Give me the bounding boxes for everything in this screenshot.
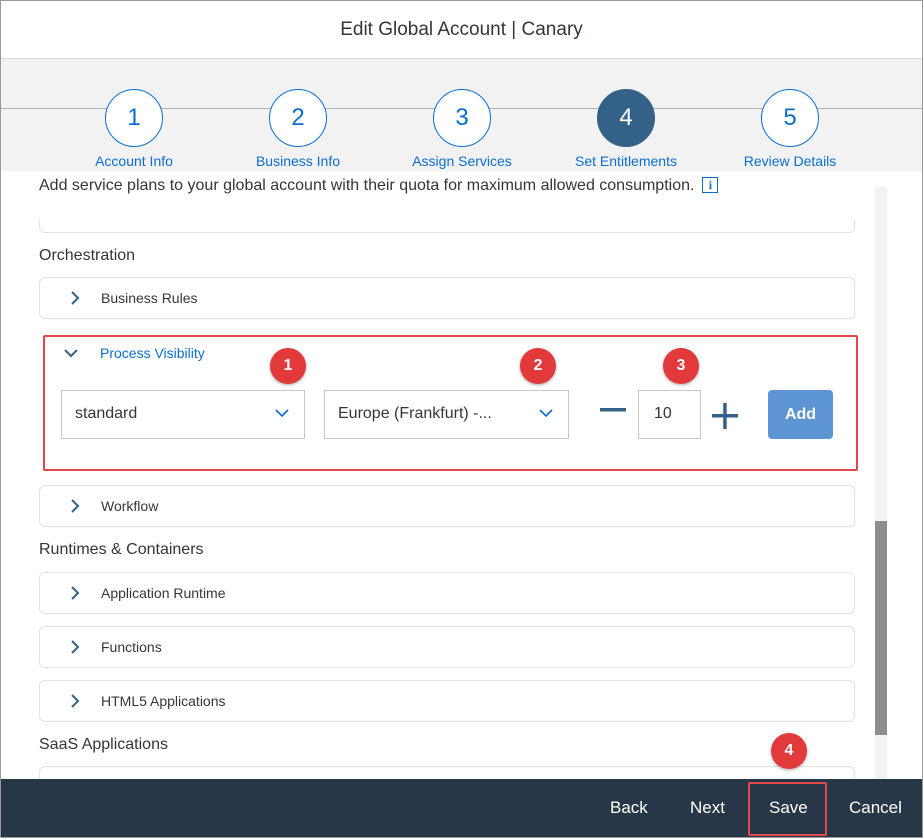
intro-description: Add service plans to your global account… — [39, 177, 695, 194]
panel-title: HTML5 Applications — [101, 693, 226, 709]
step-label: Assign Services — [412, 153, 512, 169]
panel-business-rules[interactable]: Business Rules — [39, 277, 855, 319]
step-number: 4 — [597, 89, 655, 147]
chevron-down-icon — [274, 404, 289, 418]
step-number: 1 — [105, 89, 163, 147]
chevron-right-icon — [66, 638, 84, 656]
step-number: 2 — [269, 89, 327, 147]
panel-title: Functions — [101, 639, 162, 655]
entitlements-content: Orchestration Business Rules Workflow Ru… — [1, 217, 875, 779]
panel-functions[interactable]: Functions — [39, 626, 855, 668]
callout-badge-3: 3 — [663, 348, 699, 384]
step-label: Review Details — [743, 153, 837, 169]
chevron-down-icon — [538, 404, 553, 418]
step-number: 3 — [433, 89, 491, 147]
dialog-header: Edit Global Account | Canary — [1, 1, 922, 59]
chevron-right-icon — [66, 497, 84, 515]
dialog-title: Edit Global Account | Canary — [340, 18, 583, 40]
callout-badge-1: 1 — [270, 348, 306, 384]
callout-badge-4: 4 — [771, 733, 807, 769]
content-scrollbar[interactable] — [875, 187, 922, 779]
intro-text: Add service plans to your global account… — [1, 171, 875, 219]
service-plan-select[interactable]: standard — [61, 390, 305, 439]
next-button[interactable]: Next — [690, 798, 725, 818]
scrollbar-thumb[interactable] — [875, 521, 887, 735]
back-button[interactable]: Back — [610, 798, 648, 818]
quota-input[interactable]: 10 — [638, 390, 701, 439]
wizard-step-set-entitlements[interactable]: 4 Set Entitlements — [546, 89, 706, 169]
step-label: Set Entitlements — [575, 153, 677, 169]
wizard-progress: 1 Account Info 2 Business Info 3 Assign … — [1, 59, 922, 171]
wizard-step-account-info[interactable]: 1 Account Info — [54, 89, 214, 169]
wizard-step-review-details[interactable]: 5 Review Details — [710, 89, 870, 169]
section-runtimes-containers: Runtimes & Containers — [39, 541, 204, 558]
panel-title: Business Rules — [101, 290, 198, 306]
panel-title: Application Runtime — [101, 585, 226, 601]
region-value: Europe (Frankfurt) -... — [338, 405, 492, 422]
step-label: Business Info — [255, 153, 341, 169]
section-orchestration: Orchestration — [39, 247, 136, 264]
panel-partial-bottom[interactable] — [39, 766, 855, 779]
cancel-button[interactable]: Cancel — [849, 798, 902, 818]
panel-workflow[interactable]: Workflow — [39, 485, 855, 527]
chevron-right-icon — [66, 584, 84, 602]
chevron-down-icon[interactable] — [63, 345, 79, 365]
step-number: 5 — [761, 89, 819, 147]
panel-title-process-visibility[interactable]: Process Visibility — [100, 345, 205, 361]
panel-title: Workflow — [101, 498, 159, 514]
decrement-button[interactable] — [599, 393, 627, 433]
chevron-right-icon — [66, 692, 84, 710]
edit-global-account-dialog: Edit Global Account | Canary 1 Account I… — [0, 0, 923, 838]
panel-html5-applications[interactable]: HTML5 Applications — [39, 680, 855, 722]
wizard-step-assign-services[interactable]: 3 Assign Services — [382, 89, 542, 169]
panel-partial-top[interactable] — [39, 217, 855, 233]
chevron-right-icon — [66, 289, 84, 307]
info-icon[interactable]: i — [702, 177, 719, 193]
step-label: Account Info — [95, 153, 173, 169]
section-saas-applications: SaaS Applications — [39, 736, 168, 753]
add-button[interactable]: Add — [768, 390, 833, 439]
callout-badge-2: 2 — [520, 348, 556, 384]
wizard-step-business-info[interactable]: 2 Business Info — [218, 89, 378, 169]
save-highlight — [748, 782, 827, 836]
increment-button[interactable] — [711, 399, 739, 439]
panel-application-runtime[interactable]: Application Runtime — [39, 572, 855, 614]
region-select[interactable]: Europe (Frankfurt) -... — [324, 390, 569, 439]
service-plan-value: standard — [75, 405, 138, 422]
